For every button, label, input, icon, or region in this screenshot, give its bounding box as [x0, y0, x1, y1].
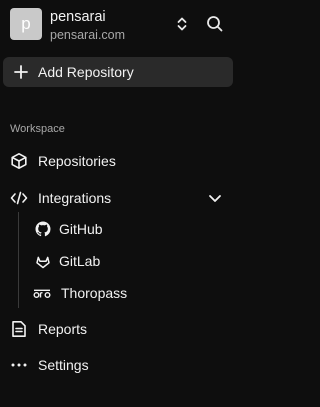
org-domain: pensarai.com — [50, 28, 126, 42]
nav-item-label: Reports — [38, 321, 88, 337]
sub-item-thoropass[interactable]: Thoropass — [20, 280, 230, 306]
github-icon — [35, 221, 51, 237]
nav-item-label: Settings — [38, 357, 89, 373]
more-horizontal-icon — [10, 356, 28, 374]
thoropass-icon — [33, 285, 53, 301]
sub-item-label: GitHub — [59, 221, 103, 237]
plus-icon — [13, 64, 29, 80]
nav-item-label: Integrations — [38, 190, 112, 206]
submenu-guide-line — [18, 212, 19, 308]
org-name: pensarai — [50, 9, 106, 25]
gitlab-icon — [35, 253, 51, 269]
add-repository-label: Add Repository — [38, 64, 134, 80]
nav-item-settings[interactable]: Settings — [0, 351, 242, 379]
add-repository-button[interactable]: Add Repository — [3, 57, 233, 87]
avatar[interactable]: p — [10, 8, 42, 40]
sub-item-gitlab[interactable]: GitLab — [20, 248, 230, 274]
nav-item-reports[interactable]: Reports — [0, 315, 242, 343]
sidebar: p pensarai pensarai.com Add Repository W… — [0, 0, 242, 407]
sub-item-github[interactable]: GitHub — [20, 216, 230, 242]
code-icon — [10, 189, 28, 207]
file-text-icon — [10, 320, 28, 338]
search-icon[interactable] — [205, 14, 225, 34]
section-label-workspace: Workspace — [10, 123, 65, 135]
nav-item-integrations[interactable]: Integrations — [0, 184, 242, 212]
nav-item-repositories[interactable]: Repositories — [0, 147, 242, 175]
nav-item-label: Repositories — [38, 153, 116, 169]
box-icon — [10, 152, 28, 170]
chevron-down-icon[interactable] — [207, 190, 223, 206]
chevrons-up-down-icon[interactable] — [172, 14, 192, 34]
sub-item-label: Thoropass — [61, 285, 128, 301]
sub-item-label: GitLab — [59, 253, 101, 269]
org-header[interactable]: p pensarai pensarai.com — [0, 0, 242, 50]
